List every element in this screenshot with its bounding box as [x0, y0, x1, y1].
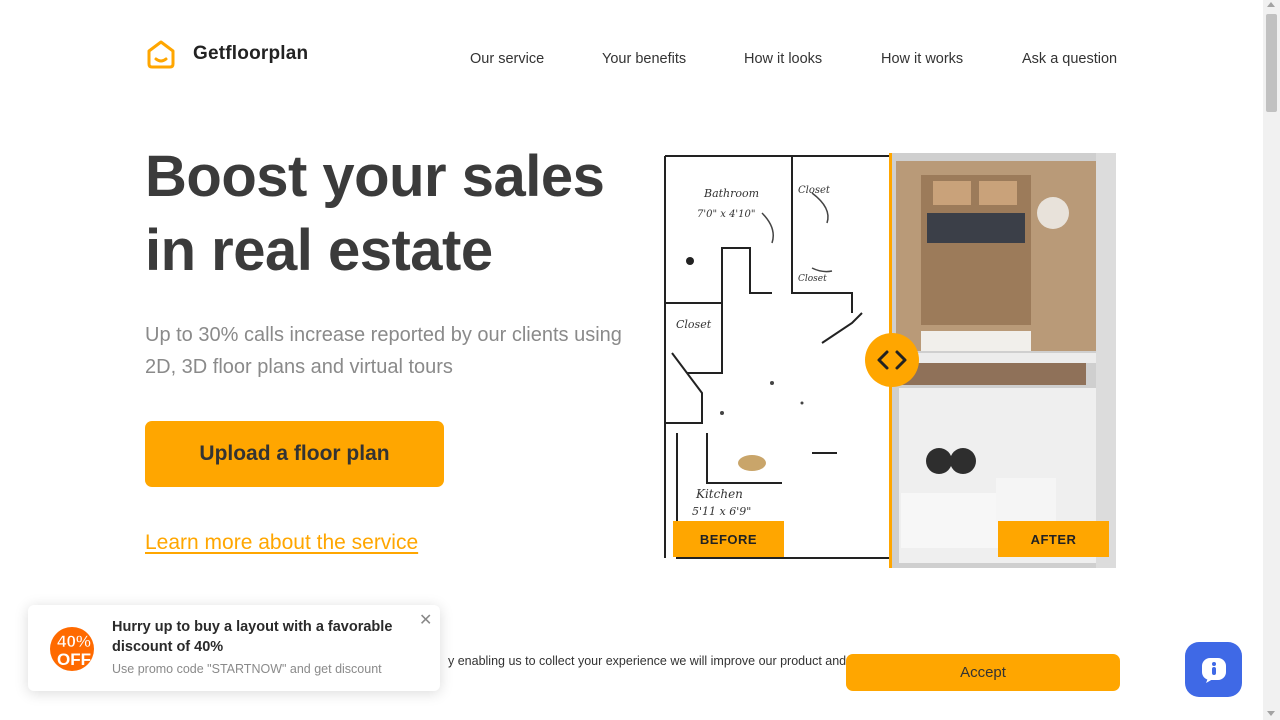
sketch-label-bathroom: Bathroom: [703, 187, 759, 200]
scroll-up-arrow-icon[interactable]: [1267, 2, 1275, 7]
learn-more-link[interactable]: Learn more about the service: [145, 531, 418, 555]
scrollbar-thumb[interactable]: [1266, 14, 1277, 112]
cookie-notice-text: y enabling us to collect your experience…: [448, 654, 847, 668]
before-label: BEFORE: [673, 521, 784, 557]
sketch-label-bathroom-size: 7'0" x 4'10": [697, 209, 756, 220]
close-icon[interactable]: ✕: [419, 610, 432, 630]
accept-cookies-button[interactable]: Accept: [846, 654, 1120, 691]
upload-floor-plan-button[interactable]: Upload a floor plan: [145, 421, 444, 487]
sketch-label-kitchen-size: 5'11 x 6'9": [692, 505, 751, 518]
chat-icon: [1201, 657, 1226, 683]
brand-name: Getfloorplan: [193, 43, 309, 64]
after-label: AFTER: [998, 521, 1109, 557]
hero-title-line2: in real estate: [145, 218, 493, 283]
nav-how-it-works[interactable]: How it works: [881, 51, 963, 67]
sketch-label-closet-2: Closet: [798, 274, 827, 284]
sketch-label-kitchen: Kitchen: [695, 487, 743, 501]
nav-our-service[interactable]: Our service: [470, 51, 544, 67]
nav-how-it-looks[interactable]: How it looks: [744, 51, 822, 67]
chevron-left-right-icon[interactable]: [865, 333, 919, 387]
discount-badge-top: 40%: [57, 632, 91, 651]
sketch-label-closet-1: Closet: [798, 185, 831, 196]
sketch-label-closet-3: Closet: [676, 318, 712, 331]
nav-your-benefits[interactable]: Your benefits: [602, 51, 686, 67]
discount-badge: 40% OFF: [50, 627, 94, 671]
sketch-stain: [738, 455, 766, 471]
compare-handle-arrows: [877, 350, 907, 370]
promo-popup: 40% OFF Hurry up to buy a layout with a …: [28, 605, 440, 691]
hero-subtitle: Up to 30% calls increase reported by our…: [145, 324, 622, 378]
discount-badge-bottom: OFF: [57, 650, 91, 669]
scroll-down-arrow-icon[interactable]: [1267, 711, 1275, 716]
house-icon: [147, 40, 175, 69]
promo-title: Hurry up to buy a layout with a favorabl…: [112, 619, 393, 655]
logo[interactable]: Getfloorplan: [145, 38, 308, 70]
hero-title: Boost your sales in real estate: [145, 140, 645, 288]
rendered-floor-plan: [891, 153, 1116, 568]
floor-plan-sketch: Bathroom 7'0" x 4'10" Closet Closet Clos…: [662, 153, 891, 568]
promo-code-text: Use promo code "STARTNOW" and get discou…: [112, 662, 382, 676]
nav-ask-a-question[interactable]: Ask a question: [1022, 51, 1117, 67]
hero-title-line1: Boost your sales: [145, 144, 605, 209]
chat-button[interactable]: [1185, 642, 1242, 697]
